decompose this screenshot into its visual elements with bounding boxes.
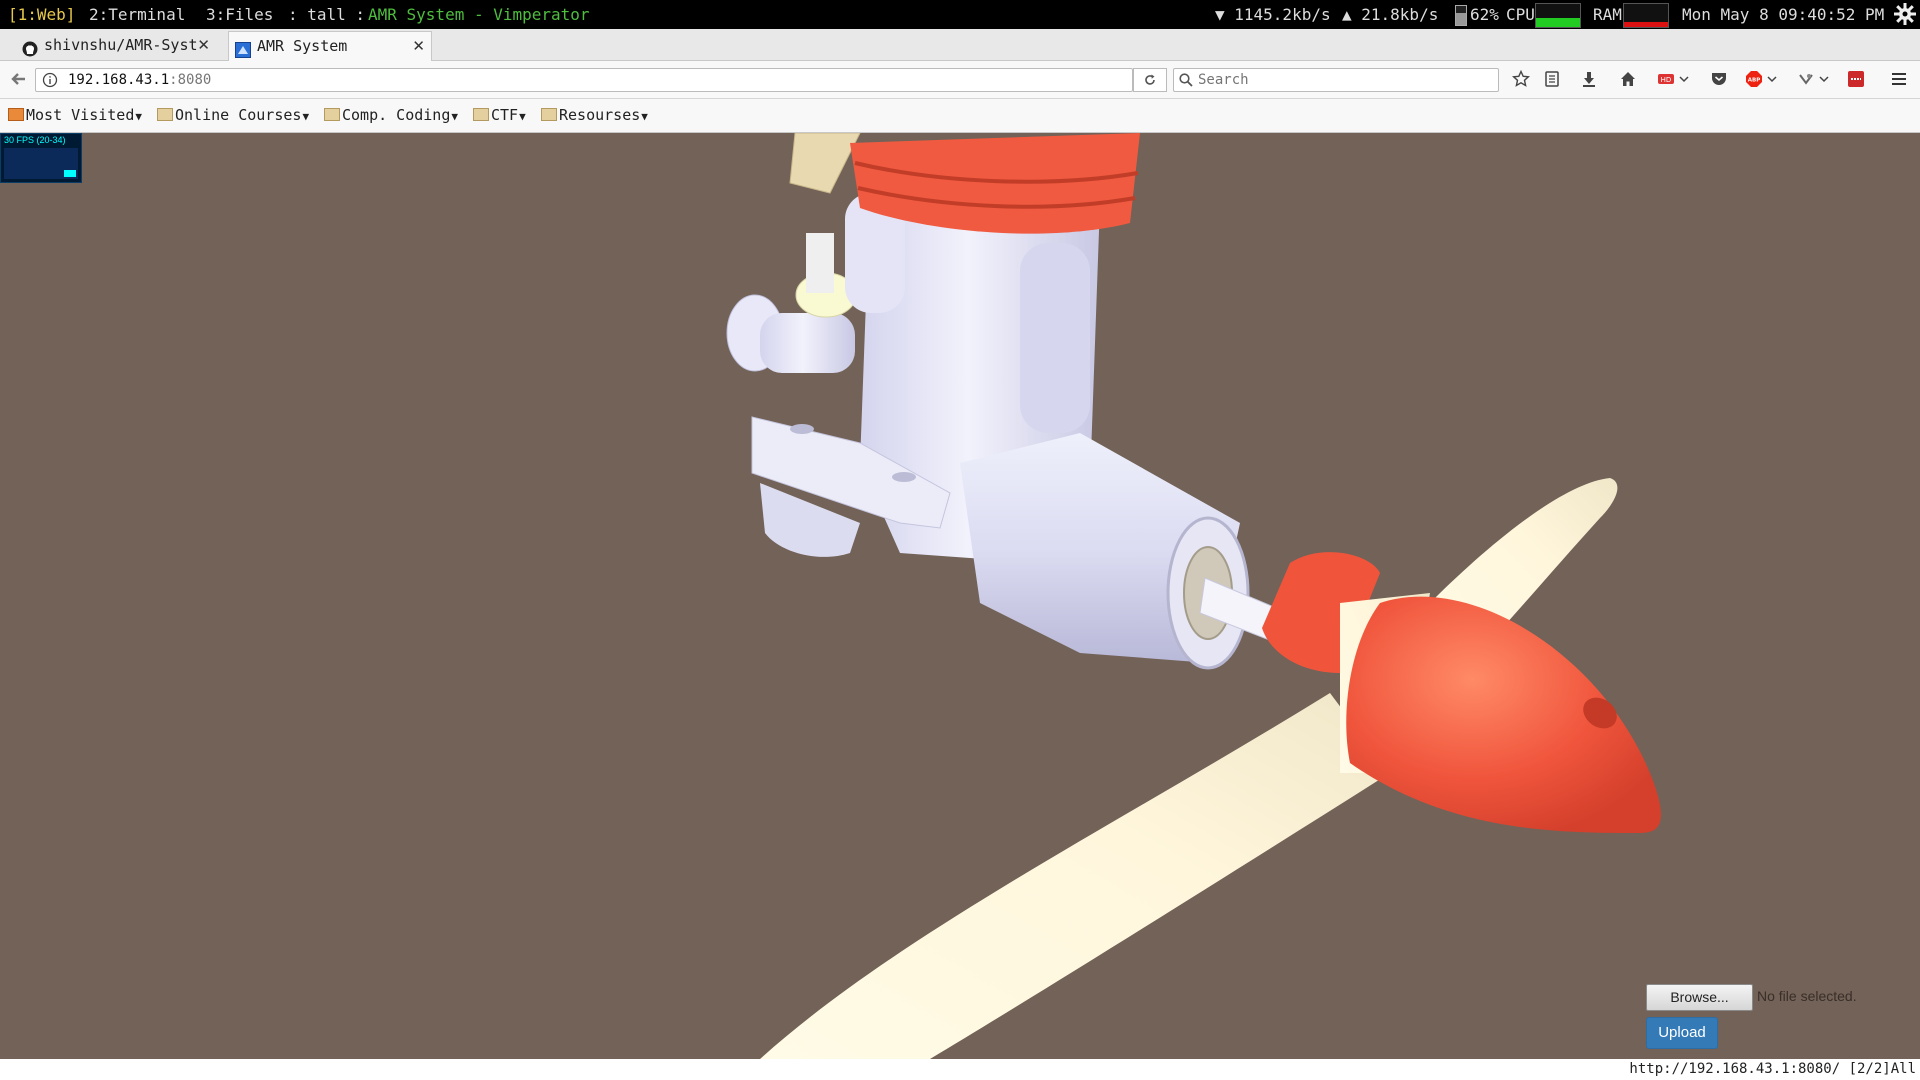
close-icon[interactable]: ✕	[197, 31, 210, 60]
bookmark-ctf[interactable]: CTF▼	[473, 99, 526, 132]
propeller-blade-lower	[760, 693, 1390, 1059]
bookmark-label: CTF	[491, 106, 519, 124]
tab-github[interactable]: shivnshu/AMR-Syst ✕	[16, 31, 216, 60]
search-box[interactable]	[1173, 68, 1499, 92]
workspace-terminal[interactable]: 2:Terminal	[89, 0, 185, 29]
fps-bar	[64, 170, 76, 177]
back-button[interactable]	[6, 67, 30, 91]
github-icon	[22, 38, 38, 57]
ram-graph	[1623, 3, 1669, 28]
upload-speed: ▲ 21.8kb/s	[1342, 5, 1439, 24]
status-bar: http://192.168.43.1:8080/ [2/2]All	[0, 1059, 1920, 1080]
adblock-icon[interactable]: ABP	[1744, 67, 1780, 91]
search-icon	[1179, 72, 1193, 91]
pocket-icon[interactable]	[1708, 67, 1730, 91]
svg-text:HD: HD	[1661, 76, 1672, 84]
battery-percent: 62%	[1470, 5, 1499, 24]
fps-monitor[interactable]: 30 FPS (20-34)	[0, 133, 82, 183]
navigation-bar: 192.168.43.1:8080 HD ABP	[0, 61, 1920, 99]
fps-label: 30 FPS (20-34)	[4, 135, 66, 145]
folder-icon	[8, 108, 24, 121]
download-icon[interactable]	[1577, 67, 1601, 91]
reader-list-icon[interactable]	[1540, 67, 1564, 91]
cpu-label: CPU	[1506, 5, 1535, 24]
bookmark-label: Most Visited	[26, 106, 135, 124]
battery-icon	[1455, 5, 1467, 26]
url-host: 192.168.43.1	[68, 72, 170, 88]
bookmark-comp-coding[interactable]: Comp. Coding▼	[324, 99, 458, 132]
info-icon[interactable]	[42, 72, 58, 92]
window-manager-bar: [1:Web] 2:Terminal 3:Files : tall : AMR …	[0, 0, 1920, 29]
bookmark-star-icon[interactable]	[1509, 67, 1533, 91]
chevron-down-icon: ▼	[451, 110, 458, 123]
mount-hole	[790, 424, 814, 434]
hamburger-menu-icon[interactable]	[1886, 67, 1912, 91]
folder-icon	[324, 108, 340, 121]
tab-strip: shivnshu/AMR-Syst ✕ AMR System ✕ +	[0, 29, 1920, 85]
3d-viewport[interactable]	[0, 133, 1920, 1059]
mount-hole	[892, 472, 916, 482]
bookmark-resourses[interactable]: Resourses▼	[541, 99, 648, 132]
cylinder-side-fin	[1020, 243, 1090, 433]
status-bar-text: http://192.168.43.1:8080/ [2/2]All	[1629, 1061, 1916, 1077]
search-input[interactable]	[1196, 70, 1490, 90]
chevron-down-icon: ▼	[135, 110, 142, 123]
tab-amr-system-label: AMR System	[257, 37, 348, 55]
url-text: 192.168.43.1:8080	[68, 69, 211, 91]
bookmarks-toolbar: Most Visited▼ Online Courses▼ Comp. Codi…	[0, 99, 1920, 133]
bookmark-online-courses[interactable]: Online Courses▼	[157, 99, 309, 132]
svg-text:ABP: ABP	[1748, 78, 1760, 84]
record-extension-icon[interactable]	[1845, 67, 1867, 91]
folder-icon	[157, 108, 173, 121]
chevron-down-icon: ▼	[302, 110, 310, 123]
close-icon[interactable]: ✕	[412, 32, 425, 61]
glow-plug-base	[789, 133, 861, 194]
folder-icon	[473, 108, 489, 121]
hd-extension-icon[interactable]: HD	[1656, 67, 1692, 91]
carburetor-body	[760, 313, 855, 373]
window-title: AMR System - Vimperator	[368, 5, 590, 24]
download-speed: ▼ 1145.2kb/s	[1215, 5, 1331, 24]
url-bar[interactable]: 192.168.43.1:8080	[35, 68, 1133, 92]
chevron-down-icon: ▼	[641, 110, 648, 123]
reload-button[interactable]	[1133, 68, 1167, 92]
chevron-down-icon: ▼	[519, 110, 526, 123]
bookmark-label: Online Courses	[175, 106, 302, 124]
url-port: :8080	[169, 72, 212, 88]
layout-indicator: : tall :	[288, 5, 366, 24]
workspace-web[interactable]: [1:Web]	[8, 0, 75, 29]
tab-github-label: shivnshu/AMR-Syst	[44, 36, 198, 54]
cpu-graph	[1535, 3, 1581, 28]
fps-graph	[4, 148, 78, 179]
bookmark-label: Resourses	[559, 106, 641, 124]
tab-amr-system[interactable]: AMR System ✕	[228, 31, 432, 61]
upload-button[interactable]: Upload	[1646, 1017, 1718, 1049]
ram-label: RAM	[1593, 5, 1622, 24]
home-icon[interactable]	[1616, 67, 1640, 91]
folder-icon	[541, 108, 557, 121]
bookmark-label: Comp. Coding	[342, 106, 451, 124]
needle-stem	[806, 233, 834, 293]
engine-3d-model[interactable]	[0, 133, 1920, 1059]
vimperator-extension-icon[interactable]	[1796, 67, 1832, 91]
site-favicon	[235, 39, 251, 58]
file-status: No file selected.	[1757, 988, 1857, 1004]
clock: Mon May 8 09:40:52 PM	[1682, 5, 1885, 24]
workspace-files[interactable]: 3:Files	[206, 0, 273, 29]
bookmark-most-visited[interactable]: Most Visited▼	[8, 99, 142, 132]
browse-button[interactable]: Browse...	[1646, 984, 1753, 1011]
